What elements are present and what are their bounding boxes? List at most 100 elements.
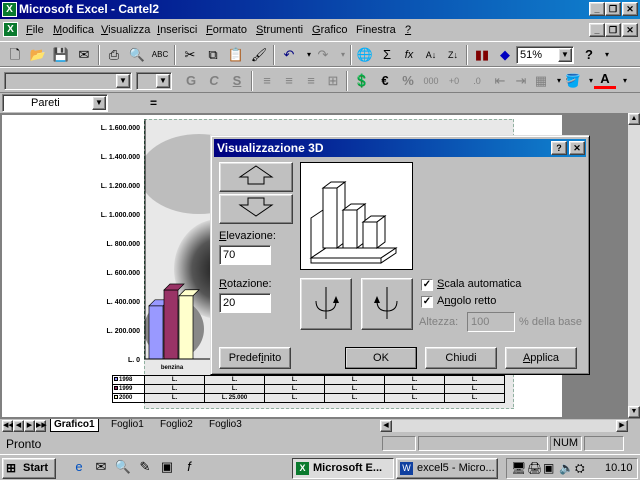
excel-app-icon[interactable]: X [2, 2, 17, 17]
scroll-down-icon[interactable]: ▼ [628, 406, 640, 418]
dialog-help-button[interactable]: ? [551, 141, 567, 155]
map-icon[interactable]: ◆ [494, 45, 516, 65]
outlook-icon[interactable]: ✉ [90, 457, 112, 477]
copy-icon[interactable]: ⧉ [202, 45, 224, 65]
tab-foglio1[interactable]: Foglio1 [108, 419, 147, 432]
menu-finestra[interactable]: Finestra [356, 24, 396, 36]
menu-visualizza[interactable]: Visualizza [101, 24, 150, 36]
mail-icon[interactable]: ✉ [73, 45, 95, 65]
paste-icon[interactable]: 📋 [225, 45, 247, 65]
zoom-combo[interactable]: 51% ▼ [516, 46, 574, 64]
tab-foglio2[interactable]: Foglio2 [157, 419, 196, 432]
rotate-left-button[interactable] [300, 278, 352, 330]
decrease-indent-icon[interactable]: ⇤ [489, 71, 511, 91]
scroll-left-icon[interactable]: ◀ [380, 420, 392, 432]
autosum-icon[interactable]: Σ [376, 45, 398, 65]
prev-sheet-icon[interactable]: ◀ [13, 420, 24, 432]
menu-file[interactable]: File [26, 24, 44, 36]
menu-grafico[interactable]: Grafico [312, 24, 347, 36]
tab-grafico1[interactable]: Grafico1 [50, 419, 99, 432]
bar-1999[interactable] [163, 289, 179, 360]
menu-help[interactable]: ? [405, 24, 411, 36]
ie-icon[interactable]: e [68, 457, 90, 477]
elevation-up-button[interactable] [219, 162, 293, 192]
chevron-down-icon[interactable]: ▼ [156, 74, 170, 88]
last-sheet-icon[interactable]: ▶▶ [35, 420, 47, 432]
next-sheet-icon[interactable]: ▶ [24, 420, 35, 432]
tray-icon[interactable]: ▣ [543, 461, 554, 475]
undo-icon[interactable]: ↶ [278, 45, 300, 65]
height-input[interactable]: 100 [467, 312, 515, 332]
bar-1998[interactable] [148, 305, 164, 360]
minimize-button[interactable]: _ [589, 2, 605, 16]
task-excel[interactable]: X Microsoft E... [292, 458, 394, 479]
horizontal-scrollbar[interactable]: ◀ ▶ [380, 420, 628, 432]
menu-inserisci[interactable]: Inserisci [157, 24, 197, 36]
redo-icon[interactable]: ↷ [312, 45, 334, 65]
chevron-down-icon[interactable]: ▼ [92, 96, 106, 110]
open-icon[interactable]: 📂 [27, 45, 49, 65]
format-painter-icon[interactable]: 🖌 [248, 45, 270, 65]
menu-formato[interactable]: Formato [206, 24, 247, 36]
doc-close-button[interactable]: ✕ [622, 23, 638, 37]
notepad-icon[interactable]: ✎ [134, 457, 156, 477]
dialog-title-bar[interactable]: Visualizzazione 3D ? ✕ [214, 139, 586, 157]
function-icon[interactable]: fx [398, 45, 420, 65]
bar-2000[interactable] [178, 295, 194, 360]
task-word[interactable]: W excel5 - Micro... [396, 458, 498, 479]
quicklaunch-f-icon[interactable]: f [178, 457, 200, 477]
ok-button[interactable]: OK [345, 347, 417, 369]
close-button[interactable]: ✕ [622, 2, 638, 16]
hyperlink-icon[interactable]: 🌐 [354, 45, 376, 65]
elevation-down-button[interactable] [219, 194, 293, 224]
align-left-icon[interactable]: ≡ [256, 71, 278, 91]
chevron-down-icon[interactable]: ▼ [116, 74, 130, 88]
quicklaunch-icon[interactable]: ▣ [156, 457, 178, 477]
elevation-input[interactable]: 70 [219, 245, 271, 265]
align-right-icon[interactable]: ≡ [300, 71, 322, 91]
explorer-icon[interactable]: 🔍 [112, 457, 134, 477]
clock[interactable]: 10.10 [605, 462, 633, 474]
tray-icon[interactable]: 🖨 [527, 461, 542, 475]
name-box[interactable]: Pareti ▼ [2, 94, 108, 112]
title-bar[interactable]: X Microsoft Excel - Cartel2 _ ❐ ✕ [0, 0, 640, 19]
help-dropdown-icon[interactable]: ▾ [596, 45, 618, 65]
rotate-right-button[interactable] [361, 278, 413, 330]
autoscale-checkbox[interactable]: ✓ [421, 279, 433, 291]
vertical-scrollbar[interactable]: ▲ ▼ [628, 113, 640, 418]
document-icon[interactable]: X [3, 22, 18, 37]
italic-button[interactable]: C [203, 71, 225, 91]
sort-ascending-icon[interactable]: A↓ [420, 45, 442, 65]
font-color-icon[interactable]: A [594, 71, 616, 89]
print-preview-icon[interactable]: 🔍 [126, 45, 148, 65]
apply-button[interactable]: Applica [505, 347, 577, 369]
rotation-input[interactable]: 20 [219, 293, 271, 313]
close-dialog-button[interactable]: Chiudi [425, 347, 497, 369]
font-size-combo[interactable]: ▼ [136, 72, 172, 90]
start-button[interactable]: ⊞ Start [2, 458, 56, 479]
new-icon[interactable]: 🗋 [4, 45, 26, 65]
increase-decimal-icon[interactable]: +0 [443, 71, 465, 91]
underline-button[interactable]: S [226, 71, 248, 91]
percent-button[interactable]: % [397, 71, 419, 91]
chevron-down-icon[interactable]: ▼ [558, 48, 572, 62]
decrease-decimal-icon[interactable]: .0 [466, 71, 488, 91]
sort-descending-icon[interactable]: Z↓ [442, 45, 464, 65]
default-button[interactable]: Predefinito [219, 347, 291, 369]
doc-restore-button[interactable]: ❐ [605, 23, 621, 37]
increase-indent-icon[interactable]: ⇥ [510, 71, 532, 91]
print-icon[interactable]: ⎙ [103, 45, 125, 65]
align-center-icon[interactable]: ≡ [278, 71, 300, 91]
spelling-icon[interactable]: ABC [149, 45, 171, 65]
doc-minimize-button[interactable]: _ [589, 23, 605, 37]
save-icon[interactable]: 💾 [50, 45, 72, 65]
chart-wizard-icon[interactable]: ▮▮ [471, 45, 493, 65]
currency-icon[interactable]: 💲 [351, 71, 373, 91]
right-angle-checkbox[interactable]: ✓ [421, 296, 433, 308]
tray-icon[interactable]: 🖥 [511, 461, 526, 475]
scroll-up-icon[interactable]: ▲ [628, 113, 640, 125]
first-sheet-icon[interactable]: ◀◀ [2, 420, 14, 432]
formula-equals[interactable]: = [150, 96, 157, 110]
dialog-close-button[interactable]: ✕ [569, 141, 585, 155]
font-name-combo[interactable]: ▼ [4, 72, 132, 90]
